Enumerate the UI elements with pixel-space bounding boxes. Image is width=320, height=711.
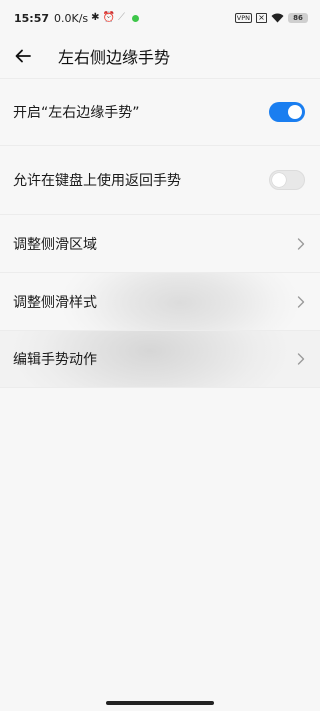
chevron-right-icon bbox=[297, 237, 305, 250]
row-label: 开启“左右边缘手势” bbox=[13, 105, 140, 121]
back-button[interactable] bbox=[12, 45, 34, 67]
wifi-icon bbox=[271, 13, 284, 23]
settings-list: 开启“左右边缘手势” 允许在键盘上使用返回手势 调整侧滑区域 调整侧滑样式 编辑… bbox=[0, 78, 320, 388]
back-arrow-icon bbox=[15, 49, 31, 63]
row-label: 调整侧滑样式 bbox=[13, 294, 97, 311]
edge-gesture-switch[interactable] bbox=[269, 102, 305, 122]
header: 左右侧边缘手势 bbox=[0, 36, 320, 76]
adjust-slide-area-row[interactable]: 调整侧滑区域 bbox=[0, 214, 320, 272]
alarm-icon: ⏰ bbox=[102, 12, 116, 23]
adjust-slide-style-row[interactable]: 调整侧滑样式 bbox=[0, 272, 320, 330]
switch-knob bbox=[272, 173, 286, 187]
switch-knob bbox=[288, 105, 302, 119]
row-label: 调整侧滑区域 bbox=[13, 236, 97, 253]
vpn-icon: VPN bbox=[234, 13, 252, 23]
battery-icon: 86 bbox=[288, 13, 308, 23]
nfc-icon: ⟋ bbox=[118, 12, 126, 23]
home-indicator[interactable] bbox=[106, 701, 214, 705]
row-label: 允许在键盘上使用返回手势 bbox=[13, 173, 181, 189]
row-label: 编辑手势动作 bbox=[13, 352, 97, 368]
keyboard-back-gesture-row[interactable]: 允许在键盘上使用返回手势 bbox=[0, 145, 320, 214]
page-title: 左右侧边缘手势 bbox=[58, 48, 171, 67]
status-left: 15:57 0.0K/s ✱ ⏰ ⟋ bbox=[14, 12, 235, 25]
app-indicator-icon bbox=[132, 14, 140, 22]
status-time: 15:57 bbox=[14, 11, 50, 25]
notification-icon: ✱ bbox=[91, 12, 100, 23]
keyboard-back-gesture-switch[interactable] bbox=[269, 170, 305, 190]
edit-gesture-actions-row[interactable]: 编辑手势动作 bbox=[0, 330, 320, 388]
edge-gesture-toggle-row[interactable]: 开启“左右边缘手势” bbox=[0, 78, 320, 145]
status-right: VPN × 86 bbox=[234, 13, 308, 23]
no-sim-icon: × bbox=[256, 13, 267, 23]
chevron-right-icon bbox=[297, 353, 305, 365]
network-speed: 0.0K/s bbox=[54, 11, 89, 25]
chevron-right-icon bbox=[297, 295, 305, 308]
status-bar: 15:57 0.0K/s ✱ ⏰ ⟋ VPN × 86 bbox=[0, 0, 320, 36]
